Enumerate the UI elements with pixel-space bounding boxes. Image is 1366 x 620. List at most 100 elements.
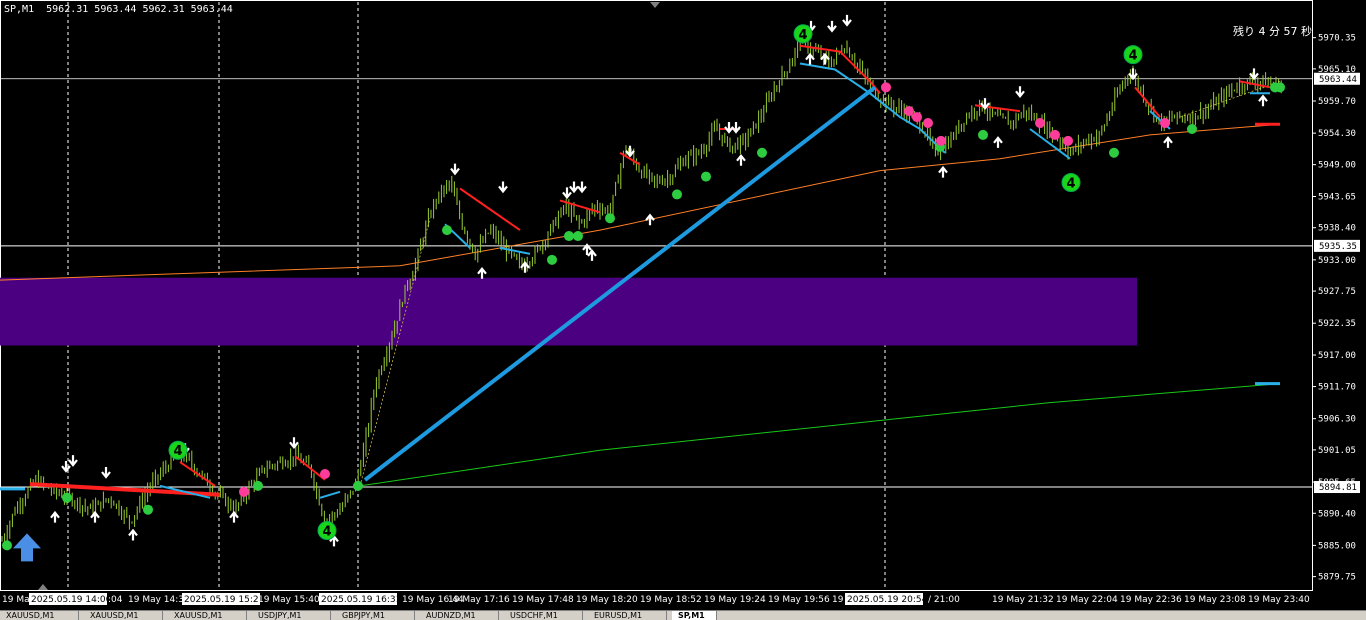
buy-arrow-icon [938,165,948,178]
price-tick-label: 5970.35 [1318,34,1356,44]
green-signal-dot-icon [605,213,615,224]
sell-arrow-icon [289,437,299,450]
green-signal-dot-icon [701,171,711,182]
green-signal-dot-icon [564,231,574,242]
time-label: 19 May 19:56 [768,595,830,605]
green-signal-dot-icon [62,492,72,503]
chart-window[interactable]: 4 4 4 4 4 5970.35 5965.10 5959.70 5954.30 5949.00… [0,0,1366,620]
supply-zone [0,277,1137,346]
price-tick-label: 5933.00 [1318,256,1356,266]
big-buy-arrow-icon [13,533,41,562]
time-label: 19 May 18:20 [576,595,638,605]
count-badge-label: 4 [1066,177,1075,192]
green-signal-dot-icon [757,147,767,158]
time-label: 2025.05.19 16:31 [321,595,401,605]
green-signal-dot-icon [353,480,363,491]
sell-arrow-icon [450,163,460,176]
green-signal-dot-icon [1187,123,1197,134]
red-ma-red_ma_9 [1134,86,1161,118]
scroll-marker-icon [38,584,48,590]
green-signal-dot-icon [1275,82,1285,93]
buy-arrow-icon [587,249,597,261]
count-badge-label: 4 [798,28,807,43]
price-tick-label: 5917.00 [1318,351,1356,361]
time-label: 19 May 21:32 [992,595,1054,605]
blue-ma-blue_ma_3 [319,490,341,499]
buy-arrow-icon [1258,94,1268,107]
chart-tab-1[interactable]: XAUUSD,M1 [84,611,163,620]
blue-ma-blue_ma [799,62,946,154]
price-tick-label: 5906.30 [1318,415,1356,425]
sell-arrow-icon [724,121,734,134]
sell-arrow-icon [827,20,837,33]
sell-arrow-icon [625,145,635,158]
buy-arrow-icon [477,266,487,279]
time-label: 19 May 23:08 [1184,595,1246,605]
chart-tab-8[interactable]: SP,M1 [672,611,717,620]
symbol-header: SP,M1 5962.31 5963.44 5962.31 5963.44 [4,4,233,15]
price-tick-label: 5901.05 [1318,446,1356,456]
sell-arrow-icon [577,181,587,194]
time-label: :04 [108,595,123,605]
green-signal-dot-icon [2,540,12,551]
chart-tab-6[interactable]: USDCHF,M1 [504,611,583,620]
time-label: 19 May 22:36 [1120,595,1182,605]
chart-tab-2[interactable]: XAUUSD,M1 [168,611,247,620]
sell-arrow-icon [1249,68,1259,81]
price-tick-label: 5890.40 [1318,509,1356,519]
buy-arrow-icon [90,510,100,523]
price-tick-label: 5943.65 [1318,192,1356,202]
pink-signal-dot-icon [1050,129,1060,140]
sell-arrow-icon [101,467,111,479]
green-signal-dot-icon [547,254,557,265]
price-label-0: 5963.44 [1319,75,1357,85]
count-badge-label: 4 [173,444,182,459]
blue-ma-blue_ma_5 [499,246,531,255]
pink-signal-dot-icon [1035,118,1045,129]
green-signal-dot-icon [143,504,153,515]
sell-arrow-icon [68,455,78,467]
chart-tab-7[interactable]: EURUSD,M1 [588,611,667,620]
price-tick-label: 5938.40 [1318,224,1356,234]
chart-tab-3[interactable]: USDJPY,M1 [252,611,331,620]
price-tick-label: 5954.30 [1318,129,1356,139]
buy-arrow-icon [50,510,60,523]
pink-signal-dot-icon [904,106,914,117]
red-ma-red_ma_3 [294,455,326,481]
pink-signal-dot-icon [936,135,946,146]
dotted-guide-1 [359,218,431,486]
sell-arrow-icon [1015,86,1025,99]
green-trend-line [359,383,1281,487]
time-label: 19 May 14:3 [128,595,184,605]
sell-arrow-icon [731,121,741,134]
time-label: 2025.05.19 14:06 [31,595,112,605]
buy-arrow-icon [736,153,746,166]
chart-tab-5[interactable]: AUDNZD,M1 [420,611,499,620]
price-tick-label: 5922.35 [1318,319,1356,329]
count-badge-label: 4 [1128,49,1137,64]
time-label: 19 May 22:04 [1056,595,1118,605]
candle-timer: 残り 4 分 57 秒 [1233,25,1312,38]
time-label: / 21:00 [928,595,960,605]
pink-signal-dot-icon [239,486,249,497]
pink-signal-dot-icon [1063,135,1073,146]
buy-arrow-icon [128,528,138,541]
pink-signal-dot-icon [881,82,891,93]
green-signal-dot-icon [573,231,583,242]
time-label: 19 May 19:24 [704,595,766,605]
buy-arrow-icon [229,510,239,523]
buy-arrow-icon [820,52,830,65]
chart-tabs: XAUUSD,M1 XAUUSD,M1 XAUUSD,M1 USDJPY,M1 GBPJ… [0,610,1366,620]
price-label-1: 5935.35 [1319,242,1357,252]
time-label: 19 May 23:40 [1248,595,1310,605]
count-badge-label: 4 [322,525,331,540]
time-label: 19 May 17:16 [448,595,510,605]
buy-arrow-icon [1163,136,1173,148]
chart-tab-4[interactable]: GBPJPY,M1 [336,611,415,620]
sell-arrow-icon [498,181,508,194]
buy-arrow-icon [645,213,655,226]
price-chart[interactable]: 444445970.355965.105959.705954.305949.00… [0,0,1366,620]
chart-tab-0[interactable]: XAUUSD,M1 [0,611,79,620]
red-ma-red_ma_2 [179,461,216,487]
time-label: 19 May 15:40 [258,595,320,605]
